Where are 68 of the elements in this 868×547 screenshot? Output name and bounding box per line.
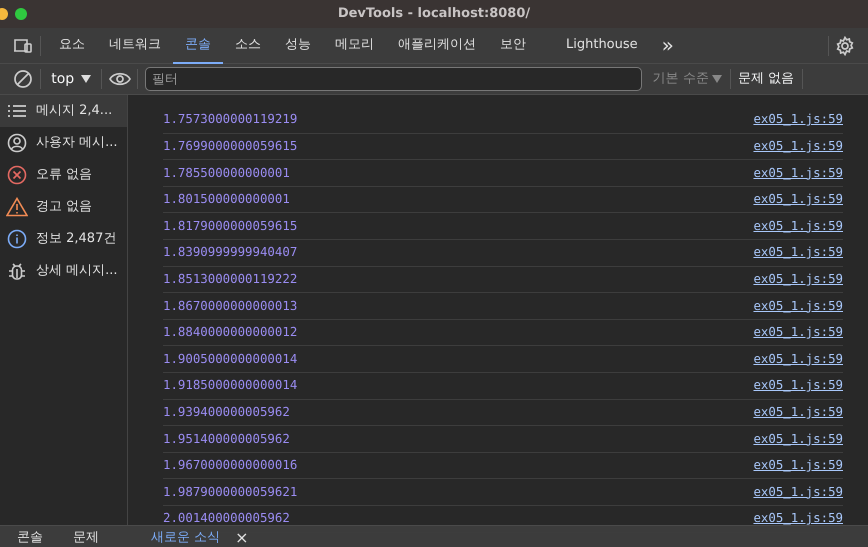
log-value: 1.8840000000000012 [163, 323, 298, 342]
eye-icon[interactable] [108, 72, 131, 86]
drawer-tab[interactable]: 콘솔 [2, 526, 58, 547]
log-value: 1.9005000000000014 [163, 350, 298, 368]
log-value: 1.8513000000119222 [163, 270, 298, 288]
caret-icon [712, 75, 722, 83]
source-link[interactable]: ex05_1.js:59 [753, 430, 843, 448]
drawer-tab[interactable]: 새로운 소식 [136, 526, 236, 547]
panel-tab[interactable]: 메모리 [323, 28, 386, 64]
device-toggle-icon[interactable] [13, 38, 33, 54]
source-link[interactable]: ex05_1.js:59 [753, 164, 843, 182]
drawer-tab[interactable]: 문제 [58, 526, 114, 547]
log-value: 1.951400000005962 [163, 430, 290, 448]
user-icon [6, 133, 28, 153]
close-tab-button[interactable]: × [235, 526, 249, 547]
log-value: 1.7699000000059615 [163, 137, 298, 156]
panel-tab[interactable]: 소스 [223, 28, 273, 64]
source-link[interactable]: ex05_1.js:59 [753, 243, 843, 262]
log-value: 1.7573000000119219 [163, 110, 298, 128]
more-tabs-button[interactable]: » [650, 28, 686, 64]
context-selector[interactable]: top [47, 68, 95, 90]
source-link[interactable]: ex05_1.js:59 [753, 482, 843, 502]
source-link[interactable]: ex05_1.js:59 [753, 270, 843, 289]
panel-tab[interactable]: 애플리케이션 [386, 28, 488, 64]
warning-icon [6, 197, 28, 217]
log-value: 1.785500000000001 [163, 164, 290, 182]
clear-console-icon[interactable] [13, 69, 33, 89]
source-link[interactable]: ex05_1.js:59 [753, 110, 843, 130]
log-value: 2.001400000005962 [163, 509, 290, 528]
caret-icon [80, 75, 91, 83]
source-link[interactable]: ex05_1.js:59 [753, 137, 843, 156]
settings-icon[interactable] [835, 36, 855, 56]
source-link[interactable]: ex05_1.js:59 [753, 296, 843, 316]
sidebar-item[interactable]: 정보 2,487건 [0, 223, 127, 255]
log-value: 1.939400000005962 [163, 403, 290, 422]
bug-icon [6, 261, 28, 281]
sidebar-item[interactable]: 상세 메시지... [0, 255, 127, 287]
source-link[interactable]: ex05_1.js:59 [753, 216, 843, 236]
panel-tab[interactable]: 요소 [47, 28, 97, 64]
source-link[interactable]: ex05_1.js:59 [753, 190, 843, 209]
log-value: 1.9185000000000014 [163, 376, 298, 394]
panel-tab[interactable]: 성능 [273, 28, 323, 64]
source-link[interactable]: ex05_1.js:59 [753, 456, 843, 475]
source-link[interactable]: ex05_1.js:59 [753, 509, 843, 528]
sidebar-item[interactable]: 메시지 2,4... [0, 95, 127, 127]
error-icon [6, 165, 28, 185]
window-title: DevTools - localhost:8080/ [338, 5, 530, 24]
sidebar-item[interactable]: 오류 없음 [0, 159, 127, 191]
panel-tab[interactable]: 보안 [488, 28, 538, 64]
zoom-button[interactable] [14, 8, 26, 20]
log-value: 1.8390999999940407 [163, 243, 298, 262]
sidebar-item[interactable]: 경고 없음 [0, 191, 127, 223]
panel-tab[interactable]: 네트워크 [97, 28, 173, 64]
filter-field[interactable]: 필터 [144, 67, 642, 91]
log-value: 1.8670000000000013 [163, 296, 298, 315]
list-icon [6, 103, 28, 119]
source-link[interactable]: ex05_1.js:59 [753, 376, 843, 396]
source-link[interactable]: ex05_1.js:59 [753, 350, 843, 368]
log-value: 1.8179000000059615 [163, 216, 298, 235]
info-icon [6, 229, 28, 249]
source-link[interactable]: ex05_1.js:59 [753, 323, 843, 342]
issues-button[interactable]: 문제 없음 [737, 68, 796, 90]
log-value: 1.9670000000000016 [163, 456, 298, 474]
panel-tab[interactable]: Lighthouse [554, 28, 650, 64]
sidebar-item[interactable]: 사용자 메시... [0, 127, 127, 159]
log-value: 1.9879000000059621 [163, 482, 298, 501]
log-value: 1.801500000000001 [163, 190, 290, 208]
source-link[interactable]: ex05_1.js:59 [753, 403, 843, 422]
